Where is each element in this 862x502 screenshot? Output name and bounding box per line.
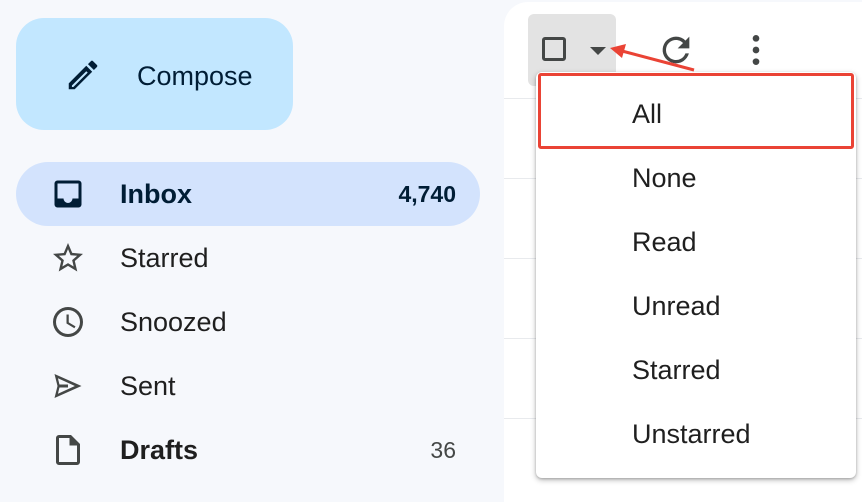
menu-item-label: None	[632, 163, 697, 193]
menu-item-label: Unread	[632, 291, 721, 321]
select-dropdown-menu: All None Read Unread Starred Unstarred	[536, 72, 856, 478]
sidebar-item-label: Inbox	[120, 179, 192, 209]
sidebar-item-label: Snoozed	[120, 307, 227, 337]
menu-item-label: Unstarred	[632, 419, 751, 449]
drafts-count: 36	[430, 437, 456, 463]
menu-item-unread[interactable]: Unread	[536, 274, 856, 338]
sidebar-item-label: Drafts	[120, 435, 199, 465]
pencil-icon	[64, 56, 102, 94]
compose-button[interactable]: Compose	[16, 18, 293, 130]
sidebar-item-sent[interactable]: Sent	[16, 354, 480, 418]
checkbox-icon[interactable]	[542, 37, 566, 61]
sidebar-item-drafts[interactable]: Drafts 36	[16, 418, 480, 482]
sidebar-item-label: Sent	[120, 371, 176, 401]
unread-count: 4,740	[398, 181, 456, 207]
menu-item-none[interactable]: None	[536, 146, 856, 210]
menu-item-label: Read	[632, 227, 697, 257]
send-icon	[50, 368, 86, 404]
more-vert-icon[interactable]	[736, 30, 776, 70]
menu-item-label: All	[632, 99, 663, 129]
sidebar-item-snoozed[interactable]: Snoozed	[16, 290, 480, 354]
caret-down-icon[interactable]	[588, 44, 608, 56]
refresh-icon[interactable]	[656, 30, 696, 70]
sidebar-item-label: Starred	[120, 243, 209, 273]
menu-item-starred[interactable]: Starred	[536, 338, 856, 402]
menu-item-read[interactable]: Read	[536, 210, 856, 274]
menu-item-unstarred[interactable]: Unstarred	[536, 402, 856, 466]
compose-label: Compose	[137, 61, 253, 91]
inbox-icon	[50, 176, 86, 212]
draft-icon	[50, 432, 86, 468]
sidebar-item-starred[interactable]: Starred	[16, 226, 480, 290]
menu-item-label: Starred	[632, 355, 721, 385]
star-icon	[50, 240, 86, 276]
clock-icon	[50, 304, 86, 340]
sidebar-item-inbox[interactable]: Inbox 4,740	[16, 162, 480, 226]
menu-item-all[interactable]: All	[536, 82, 856, 146]
